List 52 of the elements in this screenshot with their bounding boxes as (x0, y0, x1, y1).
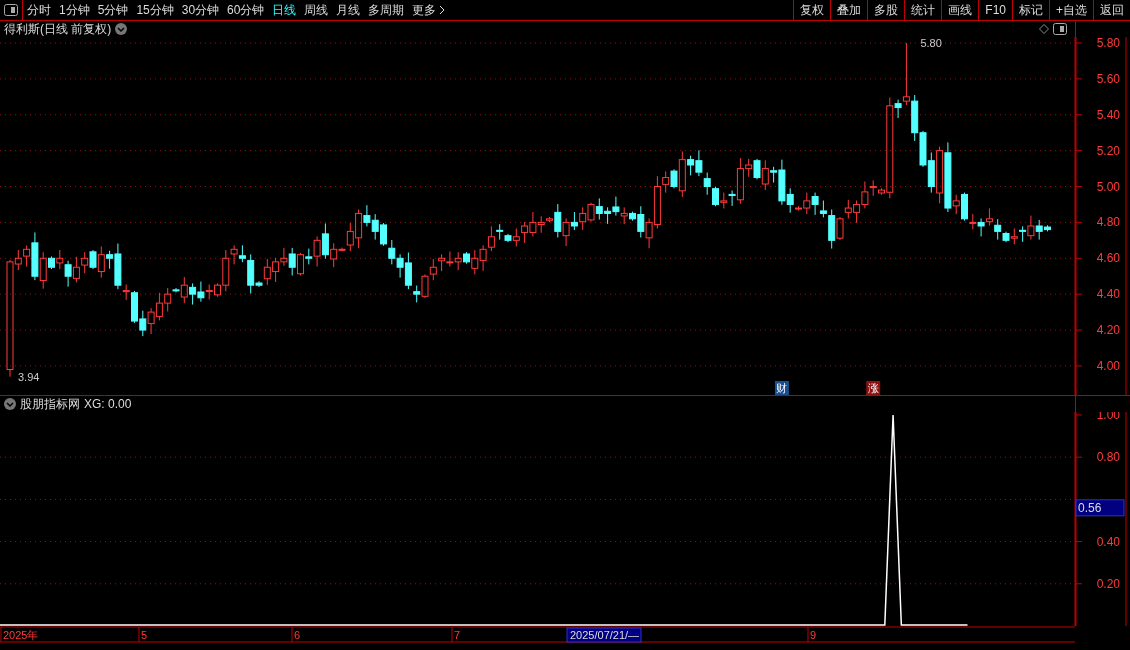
period-tab[interactable]: 60分钟 (223, 0, 269, 20)
period-tab[interactable]: 分时 (23, 0, 55, 20)
indicator-axis-label: 0.20 (1096, 576, 1120, 591)
period-tab[interactable]: 5分钟 (93, 0, 133, 20)
event-tag[interactable]: 涨 (866, 381, 881, 395)
panel-toggle-icon[interactable] (1053, 23, 1067, 35)
toolbar-button[interactable]: 叠加 (830, 0, 868, 20)
period-tab[interactable]: 更多 (408, 0, 450, 20)
price-axis-label: 4.80 (1096, 215, 1120, 230)
indicator-axis-label: 0.40 (1096, 534, 1120, 549)
toolbar-button[interactable]: 多股 (867, 0, 905, 20)
period-tab[interactable]: 30分钟 (177, 0, 224, 20)
time-axis-label: 6 (294, 629, 301, 641)
price-axis-label: 4.00 (1096, 358, 1120, 373)
cursor-value: 0.56 (1075, 499, 1125, 517)
cursor-date: 2025/07/21/— (566, 627, 642, 643)
low-price-label: 3.94 (18, 370, 40, 383)
period-tab[interactable]: 日线 (268, 0, 301, 20)
panel-toggle-icon[interactable] (4, 4, 18, 16)
toolbar-button[interactable]: +自选 (1049, 0, 1093, 20)
price-axis-label: 5.80 (1096, 37, 1120, 50)
time-axis-label: 7 (454, 629, 461, 641)
price-axis-label: 5.60 (1096, 71, 1120, 86)
price-axis-label: 4.20 (1096, 323, 1120, 338)
price-axis-label: 5.00 (1096, 179, 1120, 194)
period-tab[interactable]: 15分钟 (132, 0, 178, 20)
period-tab[interactable]: 周线 (300, 0, 333, 20)
chevron-right-icon (439, 5, 446, 15)
toolbar-button[interactable]: F10 (978, 0, 1012, 20)
toolbar-button[interactable]: 标记 (1012, 0, 1049, 20)
toolbar-button[interactable]: 画线 (941, 0, 979, 20)
chart-title: 得利斯(日线 前复权) (4, 20, 112, 38)
period-tab[interactable]: 多周期 (364, 0, 409, 20)
toolbar-button[interactable]: 复权 (793, 0, 831, 20)
price-axis-label: 5.20 (1096, 143, 1120, 158)
price-axis-label: 4.40 (1096, 287, 1120, 302)
chevron-down-icon[interactable] (115, 23, 128, 35)
time-axis-label: 9 (810, 629, 817, 641)
high-price-label: 5.80 (920, 37, 942, 49)
price-axis-label: 5.40 (1096, 107, 1120, 122)
period-tab[interactable]: 月线 (332, 0, 365, 20)
indicator-title: 股朋指标网 (20, 395, 80, 413)
event-tag[interactable]: 财 (774, 381, 789, 395)
period-tab[interactable]: 1分钟 (55, 0, 94, 20)
time-axis-label: 2025年 (3, 629, 39, 641)
indicator-axis-label: 0.80 (1096, 450, 1120, 465)
time-axis-label: 5 (141, 629, 148, 641)
indicator-value: XG: 0.00 (84, 397, 132, 411)
toolbar-button[interactable]: 统计 (904, 0, 942, 20)
chevron-down-icon[interactable] (4, 398, 16, 410)
price-axis-label: 4.60 (1096, 251, 1120, 266)
toolbar-button[interactable]: 返回 (1093, 0, 1130, 20)
